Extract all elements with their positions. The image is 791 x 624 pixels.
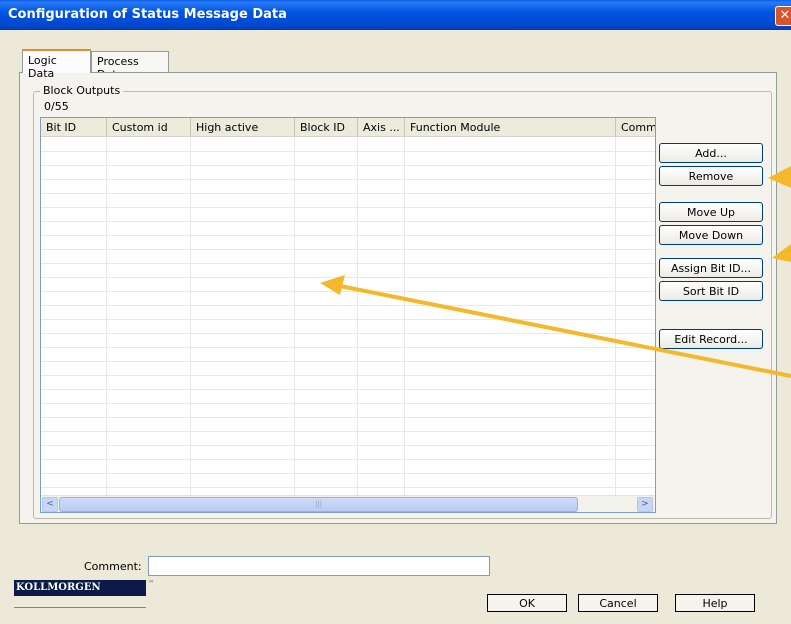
tab-process-data[interactable]: Process Data (91, 51, 169, 81)
column-header-block-id[interactable]: Block ID (295, 118, 358, 136)
grid-line (404, 137, 405, 495)
grid-line (41, 347, 655, 348)
grid-line (106, 137, 107, 495)
grid-line (41, 417, 655, 418)
grid-line (41, 361, 655, 362)
grid-line (41, 193, 655, 194)
list-header: Bit ID Custom id High active Block ID Ax… (41, 118, 655, 137)
window-title: Configuration of Status Message Data (0, 0, 791, 30)
block-outputs-list[interactable]: Bit ID Custom id High active Block ID Ax… (40, 117, 656, 513)
comment-label: Comment: (84, 560, 142, 573)
add-button[interactable]: Add... (659, 143, 763, 163)
assign-bit-id-button[interactable]: Assign Bit ID... (659, 258, 763, 278)
grid-line (41, 333, 655, 334)
grid-line (41, 151, 655, 152)
grid-line (41, 263, 655, 264)
cancel-button[interactable]: Cancel (578, 594, 658, 612)
grid-line (615, 137, 616, 495)
scroll-right-icon[interactable]: > (637, 497, 653, 512)
column-header-axis[interactable]: Axis ... (358, 118, 405, 136)
edit-record-button[interactable]: Edit Record... (659, 329, 763, 349)
help-button[interactable]: Help (675, 594, 755, 612)
grid-line (190, 137, 191, 495)
grid-line (41, 431, 655, 432)
column-header-high-active[interactable]: High active (191, 118, 295, 136)
column-header-function-module[interactable]: Function Module (405, 118, 616, 136)
grid-line (41, 165, 655, 166)
grid-line (41, 487, 655, 488)
column-header-comment[interactable]: Comme (616, 118, 655, 136)
remove-button[interactable]: Remove (659, 166, 763, 186)
annotation-arrow-remove (775, 169, 791, 178)
horizontal-scrollbar[interactable]: < ||| > (41, 495, 655, 512)
trademark-mark: ™ (148, 580, 154, 587)
grid-line (41, 277, 655, 278)
grid-line (41, 319, 655, 320)
grid-line (357, 137, 358, 495)
grid-line (41, 221, 655, 222)
sort-bit-id-button[interactable]: Sort Bit ID (659, 281, 763, 301)
kollmorgen-logo: KOLLMORGEN (14, 580, 146, 596)
grid-line (41, 291, 655, 292)
move-down-button[interactable]: Move Down (659, 225, 763, 245)
grid-line (41, 473, 655, 474)
grid-line (41, 305, 655, 306)
tab-logic-data[interactable]: Logic Data (22, 49, 91, 80)
grid-line (294, 137, 295, 495)
move-up-button[interactable]: Move Up (659, 202, 763, 222)
grid-line (41, 403, 655, 404)
column-header-bit-id[interactable]: Bit ID (41, 118, 107, 136)
logo-underline (14, 607, 146, 608)
scroll-left-icon[interactable]: < (42, 497, 58, 512)
close-button[interactable]: ✕ (775, 6, 791, 26)
output-count: 0/55 (44, 100, 69, 113)
annotation-arrow-move (781, 248, 791, 256)
grid-line (41, 389, 655, 390)
grid-line (41, 249, 655, 250)
comment-input[interactable] (148, 556, 490, 576)
group-title: Block Outputs (40, 84, 124, 97)
grid-line (41, 445, 655, 446)
grid-line (41, 179, 655, 180)
grid-line (41, 375, 655, 376)
scroll-thumb[interactable]: ||| (59, 497, 578, 512)
ok-button[interactable]: OK (487, 594, 567, 612)
grid-line (41, 207, 655, 208)
grid-line (41, 459, 655, 460)
column-header-custom-id[interactable]: Custom id (107, 118, 191, 136)
grid-line (41, 235, 655, 236)
